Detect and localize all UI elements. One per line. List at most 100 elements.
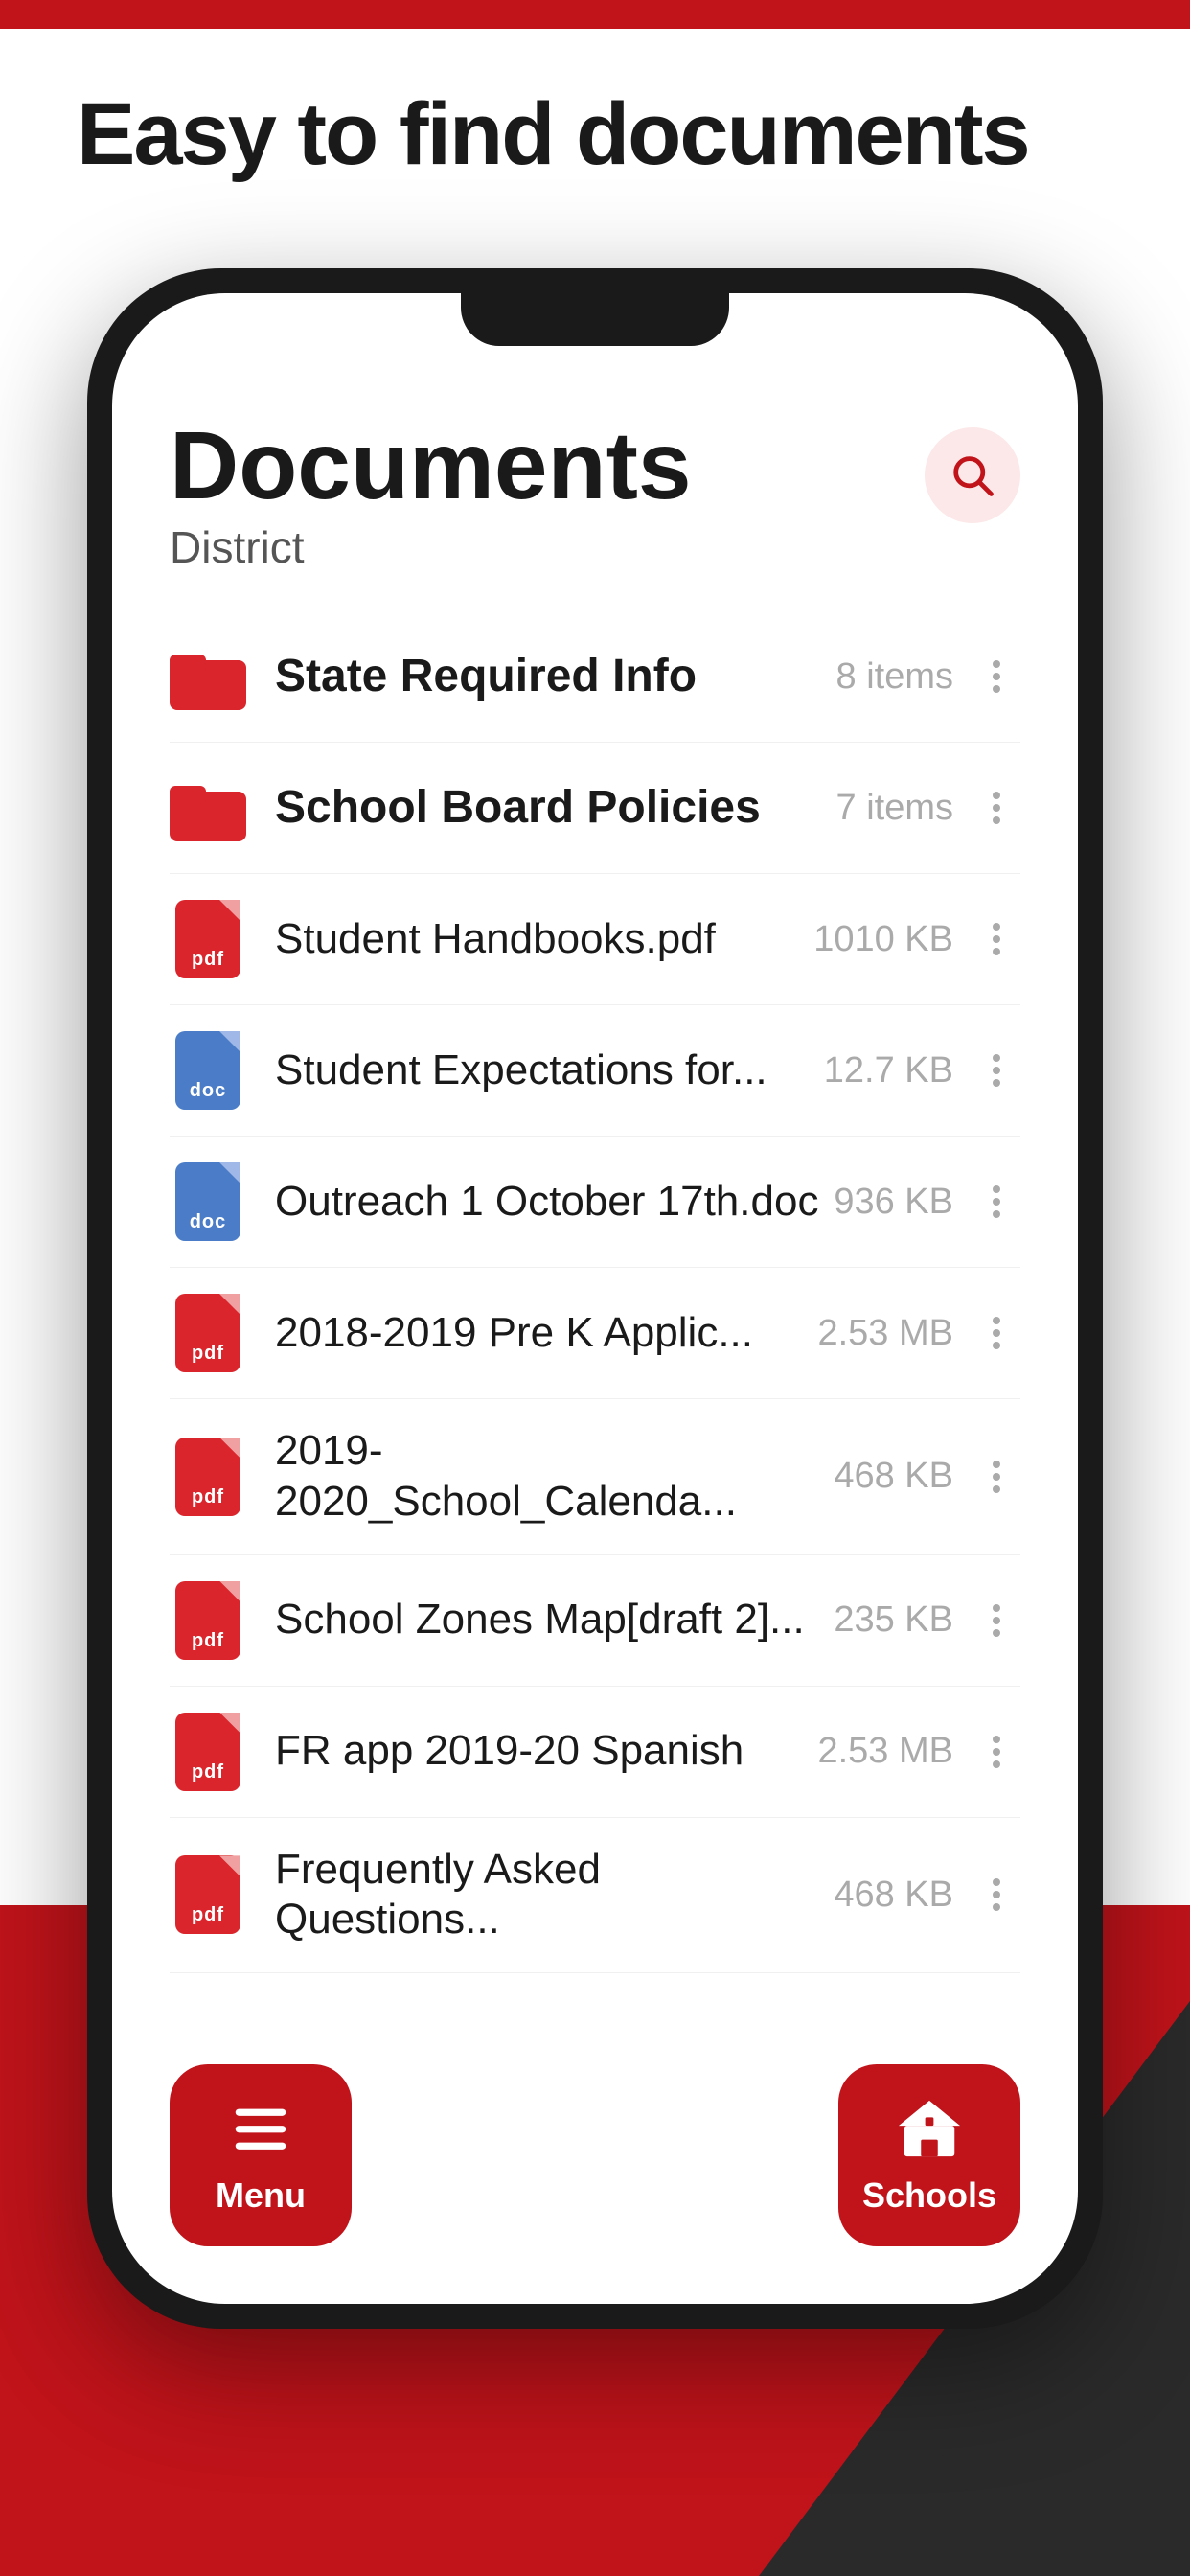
header-text: Documents District — [170, 418, 692, 573]
documents-title: Documents — [170, 418, 692, 514]
dot — [993, 1079, 1000, 1087]
dot — [993, 1617, 1000, 1624]
dot — [993, 685, 1000, 693]
dot — [993, 1067, 1000, 1074]
dot — [993, 1342, 1000, 1349]
dot — [993, 1210, 1000, 1218]
documents-header: Documents District — [170, 360, 1020, 573]
file-meta: 468 KB — [834, 1874, 953, 1916]
dot — [993, 1891, 1000, 1898]
file-meta: 2.53 MB — [817, 1731, 953, 1772]
file-name: State Required Info — [275, 649, 836, 704]
file-meta: 8 items — [836, 656, 953, 698]
list-item[interactable]: pdf Student Handbooks.pdf 1010 KB — [170, 874, 1020, 1005]
file-meta: 12.7 KB — [824, 1050, 953, 1092]
dot — [993, 1629, 1000, 1637]
more-options-button[interactable] — [973, 660, 1020, 693]
dot — [993, 1198, 1000, 1206]
search-button[interactable] — [925, 427, 1020, 523]
list-item[interactable]: pdf School Zones Map[draft 2]... 235 KB — [170, 1555, 1020, 1687]
list-item[interactable]: doc Outreach 1 October 17th.doc 936 KB — [170, 1137, 1020, 1268]
file-name: FR app 2019-20 Spanish — [275, 1726, 817, 1777]
file-meta: 7 items — [836, 788, 953, 829]
more-options-button[interactable] — [973, 1460, 1020, 1493]
dot — [993, 1878, 1000, 1886]
list-item[interactable]: pdf 2019-2020_School_Calenda... 468 KB — [170, 1399, 1020, 1555]
dot — [993, 1054, 1000, 1062]
pdf-icon: pdf — [170, 1295, 246, 1371]
dot — [993, 660, 1000, 668]
more-options-button[interactable] — [973, 792, 1020, 824]
dot — [993, 1748, 1000, 1756]
list-item[interactable]: doc Student Expectations for... 12.7 KB — [170, 1005, 1020, 1137]
pdf-icon: pdf — [170, 1714, 246, 1790]
dot — [993, 1604, 1000, 1612]
dot — [993, 1329, 1000, 1337]
list-item[interactable]: pdf Frequently Asked Questions... 468 KB — [170, 1818, 1020, 1974]
menu-icon — [227, 2095, 294, 2162]
file-name: School Zones Map[draft 2]... — [275, 1595, 834, 1645]
doc-icon: doc — [170, 1032, 246, 1109]
pdf-icon: pdf — [170, 1438, 246, 1515]
dot — [993, 1485, 1000, 1493]
more-options-button[interactable] — [973, 1736, 1020, 1768]
dot — [993, 1473, 1000, 1481]
dot — [993, 1460, 1000, 1468]
folder-icon — [170, 770, 246, 846]
pdf-icon: pdf — [170, 1856, 246, 1933]
dot — [993, 1185, 1000, 1193]
more-options-button[interactable] — [973, 1878, 1020, 1911]
file-list: State Required Info 8 items — [170, 611, 1020, 1973]
dot — [993, 1760, 1000, 1768]
dot — [993, 1317, 1000, 1324]
list-item[interactable]: School Board Policies 7 items — [170, 743, 1020, 874]
menu-button[interactable]: Menu — [170, 2064, 352, 2246]
phone-mockup: Documents District — [87, 268, 1103, 2329]
list-item[interactable]: pdf 2018-2019 Pre K Applic... 2.53 MB — [170, 1268, 1020, 1399]
dot — [993, 804, 1000, 812]
search-icon — [948, 450, 997, 500]
dot — [993, 923, 1000, 931]
pdf-icon: pdf — [170, 1582, 246, 1659]
file-name: Student Expectations for... — [275, 1046, 824, 1096]
dot — [993, 1903, 1000, 1911]
dot — [993, 935, 1000, 943]
phone-notch — [461, 293, 729, 346]
page-title: Easy to find documents — [77, 86, 1029, 183]
bottom-nav: Menu Schools — [170, 2064, 1020, 2246]
pdf-icon: pdf — [170, 901, 246, 978]
list-item[interactable]: pdf FR app 2019-20 Spanish 2.53 MB — [170, 1687, 1020, 1818]
top-status-bar — [0, 0, 1190, 29]
phone-frame: Documents District — [87, 268, 1103, 2329]
file-meta: 468 KB — [834, 1456, 953, 1497]
file-meta: 2.53 MB — [817, 1313, 953, 1354]
dot — [993, 1736, 1000, 1743]
more-options-button[interactable] — [973, 1317, 1020, 1349]
menu-label: Menu — [216, 2175, 306, 2216]
documents-subtitle: District — [170, 521, 692, 573]
file-meta: 936 KB — [834, 1182, 953, 1223]
file-meta: 235 KB — [834, 1599, 953, 1641]
screen-content: Documents District — [112, 360, 1078, 2304]
list-item[interactable]: State Required Info 8 items — [170, 611, 1020, 743]
doc-icon: doc — [170, 1163, 246, 1240]
more-options-button[interactable] — [973, 1054, 1020, 1087]
more-options-button[interactable] — [973, 1604, 1020, 1637]
schools-icon — [896, 2095, 963, 2162]
dot — [993, 948, 1000, 955]
more-options-button[interactable] — [973, 923, 1020, 955]
file-name: 2018-2019 Pre K Applic... — [275, 1308, 817, 1359]
schools-button[interactable]: Schools — [838, 2064, 1020, 2246]
more-options-button[interactable] — [973, 1185, 1020, 1218]
dot — [993, 816, 1000, 824]
file-name: School Board Policies — [275, 780, 836, 836]
file-name: Frequently Asked Questions... — [275, 1845, 834, 1946]
schools-label: Schools — [862, 2175, 996, 2216]
file-meta: 1010 KB — [813, 919, 953, 960]
file-name: 2019-2020_School_Calenda... — [275, 1426, 834, 1528]
folder-icon — [170, 638, 246, 715]
dot — [993, 673, 1000, 680]
phone-screen: Documents District — [112, 293, 1078, 2304]
file-name: Outreach 1 October 17th.doc — [275, 1177, 834, 1228]
file-name: Student Handbooks.pdf — [275, 914, 813, 965]
